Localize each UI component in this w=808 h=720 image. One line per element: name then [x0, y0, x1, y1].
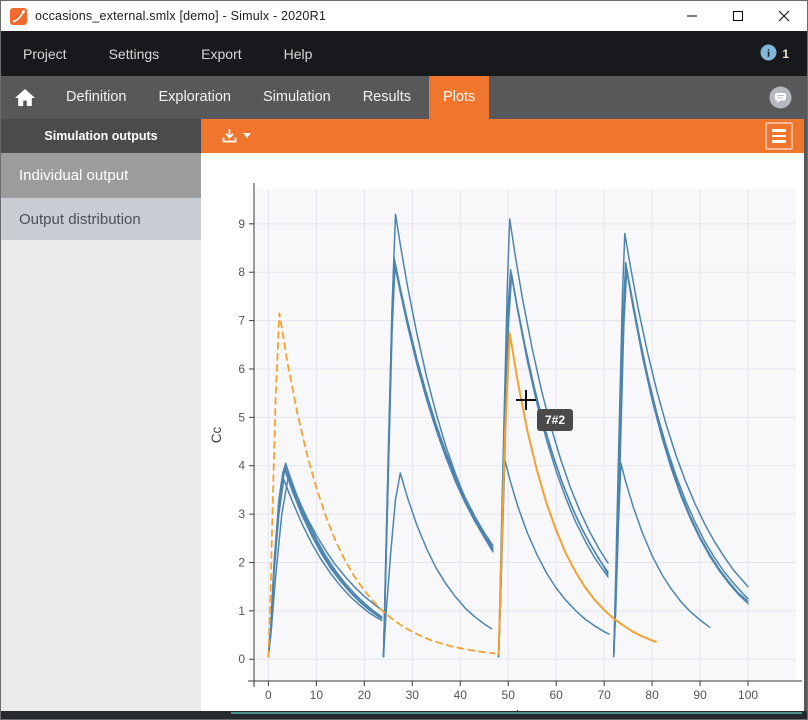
y-tick-label: 3: [238, 507, 245, 521]
tab-results[interactable]: Results: [349, 76, 425, 119]
plot-toolbar: [201, 119, 807, 153]
y-tick-label: 1: [238, 604, 245, 618]
app-window: occasions_external.smlx [demo] - Simulx …: [0, 0, 808, 720]
download-icon: [221, 128, 238, 144]
y-tick-label: 8: [238, 265, 245, 279]
scrollbar-track[interactable]: [804, 119, 807, 711]
maximize-icon[interactable]: [715, 1, 761, 31]
plot-canvas[interactable]: 01020304050607080901000123456789timeCc: [201, 153, 808, 713]
chat-bubble-icon[interactable]: [768, 85, 793, 114]
x-tick-label: 50: [502, 688, 516, 702]
x-tick-label: 100: [738, 688, 758, 702]
y-tick-label: 6: [238, 362, 245, 376]
tab-definition[interactable]: Definition: [52, 76, 140, 119]
plot-panel: 01020304050607080901000123456789timeCc 7…: [201, 119, 807, 713]
plot-background: [254, 189, 796, 681]
svg-text:i: i: [767, 47, 770, 59]
home-icon[interactable]: [14, 88, 38, 108]
y-tick-label: 4: [238, 459, 245, 473]
tab-plots[interactable]: Plots: [429, 76, 489, 119]
sidebar-item-output-distribution[interactable]: Output distribution: [1, 198, 201, 240]
info-count-badge: 1: [782, 47, 789, 61]
plot-area: 01020304050607080901000123456789timeCc 7…: [201, 153, 807, 713]
hover-tooltip: 7#2: [537, 409, 573, 431]
tab-exploration[interactable]: Exploration: [144, 76, 245, 119]
menu-export[interactable]: Export: [201, 46, 241, 62]
x-tick-label: 90: [693, 688, 707, 702]
export-plot-button[interactable]: [221, 128, 251, 144]
close-icon[interactable]: [761, 1, 807, 31]
x-tick-label: 20: [358, 688, 372, 702]
y-tick-label: 5: [238, 410, 245, 424]
menu-bar: Project Settings Export Help i 1: [1, 31, 807, 76]
x-tick-label: 0: [265, 688, 272, 702]
menu-settings[interactable]: Settings: [109, 46, 160, 62]
y-axis-label: Cc: [209, 427, 224, 444]
tab-bar: Definition Exploration Simulation Result…: [1, 76, 807, 119]
simulx-logo-icon: [10, 8, 27, 25]
minimize-icon[interactable]: [669, 1, 715, 31]
info-circle-icon[interactable]: i: [760, 44, 777, 64]
x-tick-label: 40: [454, 688, 468, 702]
bottom-divider: [1, 711, 807, 719]
x-tick-label: 80: [645, 688, 659, 702]
y-tick-label: 9: [238, 217, 245, 231]
tab-simulation[interactable]: Simulation: [249, 76, 345, 119]
window-controls: [669, 1, 807, 31]
sidebar-item-individual-output[interactable]: Individual output: [1, 153, 201, 198]
caret-down-icon: [243, 133, 251, 139]
x-tick-label: 60: [549, 688, 563, 702]
menu-help[interactable]: Help: [284, 46, 313, 62]
x-tick-label: 30: [406, 688, 420, 702]
content-area: Simulation outputs Individual output Out…: [1, 119, 807, 713]
window-title: occasions_external.smlx [demo] - Simulx …: [35, 9, 326, 23]
menu-project[interactable]: Project: [23, 46, 67, 62]
y-tick-label: 0: [238, 652, 245, 666]
title-bar: occasions_external.smlx [demo] - Simulx …: [1, 1, 807, 31]
y-tick-label: 2: [238, 555, 245, 569]
sidebar-header: Simulation outputs: [1, 119, 201, 153]
sidebar: Simulation outputs Individual output Out…: [1, 119, 201, 713]
hamburger-icon[interactable]: [765, 122, 793, 150]
x-tick-label: 10: [310, 688, 324, 702]
x-tick-label: 70: [597, 688, 611, 702]
y-tick-label: 7: [238, 314, 245, 328]
